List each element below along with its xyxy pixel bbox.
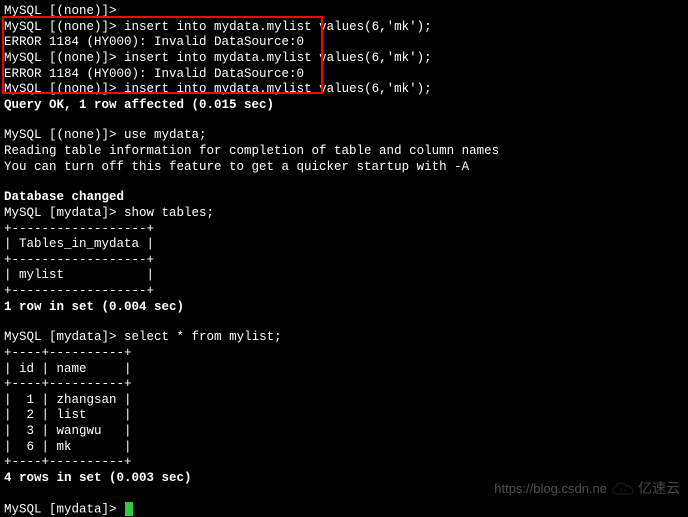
table-row: | 3 | wangwu | (4, 424, 684, 440)
tables-header: | Tables_in_mydata | (4, 237, 684, 253)
data-border: +----+----------+ (4, 346, 684, 362)
cloud-icon (611, 480, 635, 498)
tables-row: | mylist | (4, 268, 684, 284)
table-row: | 6 | mk | (4, 440, 684, 456)
watermark-url: https://blog.csdn.ne (494, 481, 607, 497)
cursor-icon (125, 502, 133, 516)
tables-border: +------------------+ (4, 253, 684, 269)
error-line: ERROR 1184 (HY000): Invalid DataSource:0 (4, 35, 684, 51)
brand-logo: 亿速云 (611, 480, 680, 498)
data-header: | id | name | (4, 362, 684, 378)
tables-border: +------------------+ (4, 222, 684, 238)
table-row: | 2 | list | (4, 408, 684, 424)
turn-off-info: You can turn off this feature to get a q… (4, 160, 684, 176)
stmt-line: MySQL [(none)]> insert into mydata.mylis… (4, 51, 684, 67)
db-changed: Database changed (4, 190, 684, 206)
reading-info: Reading table information for completion… (4, 144, 684, 160)
select-stmt: MySQL [mydata]> select * from mylist; (4, 330, 684, 346)
data-border: +----+----------+ (4, 377, 684, 393)
prompt-cursor[interactable]: MySQL [mydata]> (4, 502, 684, 517)
terminal-output: MySQL [(none)]> MySQL [(none)]> insert i… (4, 4, 684, 517)
rows-1: 1 row in set (0.004 sec) (4, 300, 684, 316)
use-stmt: MySQL [(none)]> use mydata; (4, 128, 684, 144)
tables-border: +------------------+ (4, 284, 684, 300)
table-row: | 1 | zhangsan | (4, 393, 684, 409)
stmt-line: MySQL [(none)]> insert into mydata.mylis… (4, 20, 684, 36)
error-line: ERROR 1184 (HY000): Invalid DataSource:0 (4, 67, 684, 83)
watermark: https://blog.csdn.ne 亿速云 (494, 480, 680, 498)
brand-text: 亿速云 (638, 480, 680, 498)
stmt-line: MySQL [(none)]> insert into mydata.mylis… (4, 82, 684, 98)
data-border: +----+----------+ (4, 455, 684, 471)
idle-prompt: MySQL [(none)]> (4, 4, 684, 20)
show-tables: MySQL [mydata]> show tables; (4, 206, 684, 222)
query-ok: Query OK, 1 row affected (0.015 sec) (4, 98, 684, 114)
